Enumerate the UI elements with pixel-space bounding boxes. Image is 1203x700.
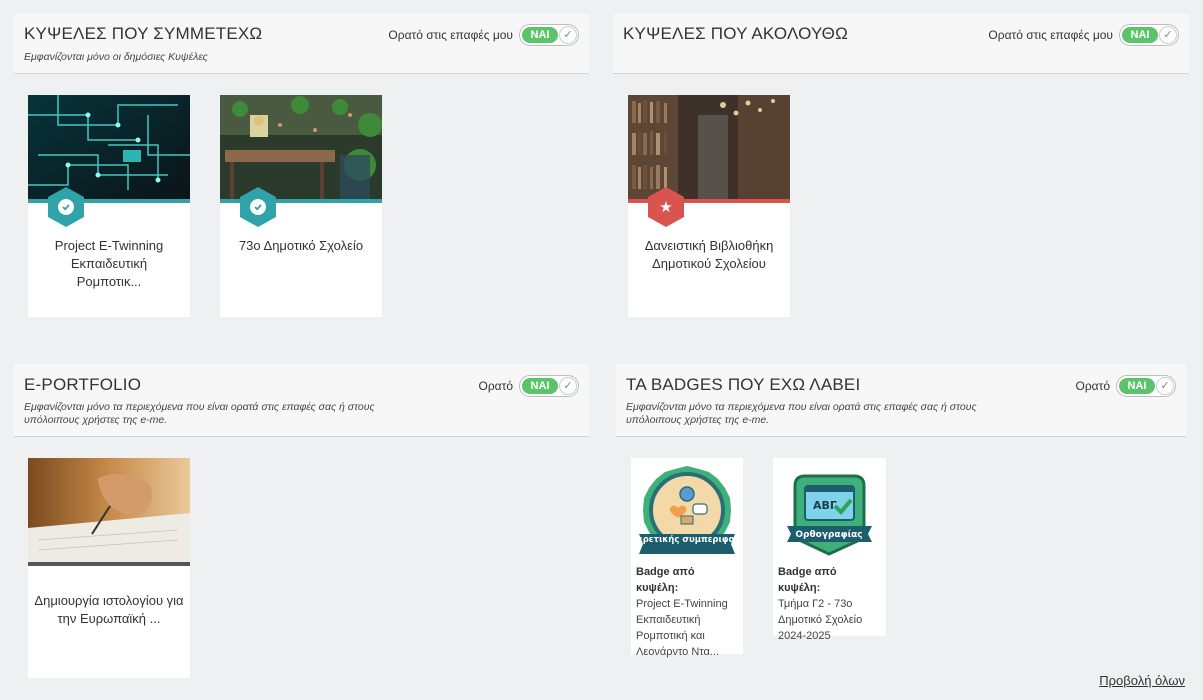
badge-from-label: Badge από κυψέλη: [778, 566, 837, 594]
portfolio-card[interactable]: Δημιουργία ιστολογίου για την Ευρωπαϊκή … [28, 458, 190, 678]
star-icon: ★ [659, 198, 673, 216]
badge-image-behavior: Εξαιρετικής συμπεριφοράς [623, 458, 751, 564]
panel-header: ΤΑ BADGES ΠΟΥ ΕΧΩ ΛΑΒΕΙ Εμφανίζονται μόν… [616, 364, 1186, 437]
portfolio-image-writing [28, 458, 190, 562]
hive-image-circuit [28, 95, 190, 199]
badge-source: Project E-Twinning Εκπαιδευτική Ρομποτικ… [636, 598, 728, 658]
panel-title: ΤΑ BADGES ΠΟΥ ΕΧΩ ΛΑΒΕΙ [626, 375, 861, 394]
badge-ribbon-text: Ορθογραφίας [795, 529, 862, 540]
check-icon: ✓ [559, 26, 577, 44]
panel-header: ΚΥΨΕΛΕΣ ΠΟΥ ΣΥΜΜΕΤΕΧΩ Εμφανίζονται μόνο … [14, 14, 589, 74]
check-icon [58, 199, 74, 215]
hive-image-library [628, 95, 790, 199]
hive-card[interactable]: 73ο Δημοτικό Σχολείο [220, 95, 382, 317]
hive-image-cafe [220, 95, 382, 199]
panel-header: E-PORTFOLIO Εμφανίζονται μόνο τα περιεχό… [14, 364, 589, 437]
following-hives-panel: ΚΥΨΕΛΕΣ ΠΟΥ ΑΚΟΛΟΥΘΩ Ορατό στις επαφές μ… [613, 14, 1189, 324]
panel-subtitle: Εμφανίζονται μόνο οι δημόσιες Κυψέλες [24, 51, 208, 63]
panel-subtitle: Εμφανίζονται μόνο τα περιεχόμενα που είν… [24, 401, 375, 427]
panel-header: ΚΥΨΕΛΕΣ ΠΟΥ ΑΚΟΛΟΥΘΩ Ορατό στις επαφές μ… [613, 14, 1189, 74]
participating-hives-panel: ΚΥΨΕΛΕΣ ΠΟΥ ΣΥΜΜΕΤΕΧΩ Εμφανίζονται μόνο … [14, 14, 589, 324]
hive-name: 73ο Δημοτικό Σχολείο [238, 238, 364, 253]
badge-card[interactable]: Εξαιρετικής συμπεριφοράς Badge από κυψέλ… [623, 458, 751, 658]
visibility-label: Ορατό [478, 379, 513, 393]
badge-from-label: Badge από κυψέλη: [636, 566, 695, 594]
visibility-toggle[interactable]: ΝΑΙ ✓ [1119, 24, 1179, 46]
view-all-link[interactable]: Προβολή όλων [1099, 673, 1185, 688]
hive-name: Project E-Twinning Εκπαιδευτική Ρομποτικ… [54, 238, 164, 289]
toggle-on-label: ΝΑΙ [522, 27, 558, 43]
toggle-on-label: ΝΑΙ [1119, 378, 1155, 394]
subtitle-line: Εμφανίζονται μόνο τα περιεχόμενα που είν… [626, 401, 977, 413]
visibility-control: Ορατό στις επαφές μου ΝΑΙ ✓ [388, 24, 579, 46]
visibility-control: Ορατό στις επαφές μου ΝΑΙ ✓ [988, 24, 1179, 46]
hive-card[interactable]: Project E-Twinning Εκπαιδευτική Ρομποτικ… [28, 95, 190, 317]
visibility-toggle[interactable]: ΝΑΙ ✓ [1116, 375, 1176, 397]
visibility-label: Ορατό στις επαφές μου [388, 28, 513, 42]
check-icon: ✓ [559, 377, 577, 395]
check-icon: ✓ [1159, 26, 1177, 44]
visibility-toggle[interactable]: ΝΑΙ ✓ [519, 24, 579, 46]
badge-source: Τμήμα Γ2 - 73ο Δημοτικό Σχολείο 2024-202… [778, 598, 863, 642]
badge-card[interactable]: ΑΒΓ Ορθογραφίας Badge από κυψέλη: Τμήμα … [773, 458, 886, 642]
badge-screen-text: ΑΒΓ [813, 499, 837, 512]
visibility-toggle[interactable]: ΝΑΙ ✓ [519, 375, 579, 397]
toggle-on-label: ΝΑΙ [522, 378, 558, 394]
badge-ribbon-text: Εξαιρετικής συμπεριφοράς [631, 535, 743, 545]
visibility-label: Ορατό [1075, 379, 1110, 393]
subtitle-line: υπόλοιπους χρήστες της e-me. [626, 414, 770, 426]
visibility-control: Ορατό ΝΑΙ ✓ [1075, 375, 1176, 397]
check-icon: ✓ [1156, 377, 1174, 395]
eportfolio-panel: E-PORTFOLIO Εμφανίζονται μόνο τα περιεχό… [14, 364, 589, 694]
panel-title: E-PORTFOLIO [24, 375, 142, 394]
panel-title: ΚΥΨΕΛΕΣ ΠΟΥ ΣΥΜΜΕΤΕΧΩ [24, 24, 263, 43]
panel-title: ΚΥΨΕΛΕΣ ΠΟΥ ΑΚΟΛΟΥΘΩ [623, 24, 848, 43]
portfolio-item-name: Δημιουργία ιστολογίου για την Ευρωπαϊκή … [34, 593, 184, 626]
badge-image-spelling: ΑΒΓ Ορθογραφίας [773, 458, 886, 564]
hive-name: Δανειστική Βιβλιοθήκη Δημοτικού Σχολείου [644, 238, 774, 271]
panel-subtitle: Εμφανίζονται μόνο τα περιεχόμενα που είν… [626, 401, 977, 427]
card-strip [28, 562, 190, 566]
subtitle-line: υπόλοιπους χρήστες της e-me. [24, 414, 168, 426]
badges-panel: ΤΑ BADGES ΠΟΥ ΕΧΩ ΛΑΒΕΙ Εμφανίζονται μόν… [616, 364, 1186, 694]
hive-card[interactable]: ★ Δανειστική Βιβλιοθήκη Δημοτικού Σχολεί… [628, 95, 790, 317]
toggle-on-label: ΝΑΙ [1122, 27, 1158, 43]
visibility-control: Ορατό ΝΑΙ ✓ [478, 375, 579, 397]
subtitle-line: Εμφανίζονται μόνο τα περιεχόμενα που είν… [24, 401, 375, 413]
check-icon [250, 199, 266, 215]
visibility-label: Ορατό στις επαφές μου [988, 28, 1113, 42]
